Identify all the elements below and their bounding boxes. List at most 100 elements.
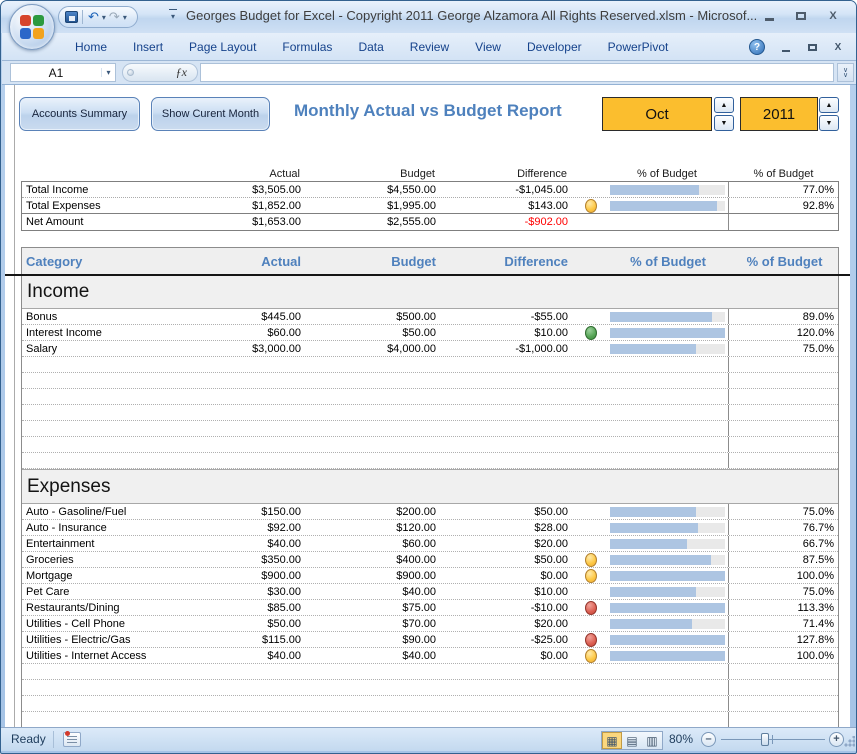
cell-difference[interactable]: $28.00 xyxy=(442,520,574,535)
cell-label[interactable] xyxy=(22,421,232,436)
section-header-expenses[interactable]: Expenses xyxy=(22,469,838,504)
cell-difference[interactable]: $10.00 xyxy=(442,584,574,599)
cell-label[interactable] xyxy=(22,696,232,711)
cell-bar[interactable] xyxy=(607,325,729,340)
blank-row[interactable] xyxy=(22,437,838,453)
table-row[interactable]: Entertainment$40.00$60.00$20.0066.7% xyxy=(22,536,838,552)
cell-icon[interactable] xyxy=(574,600,607,615)
cell-actual[interactable] xyxy=(232,712,307,727)
cell-label[interactable] xyxy=(22,680,232,695)
table-row[interactable]: Net Amount$1,653.00$2,555.00-$902.00 xyxy=(22,214,838,230)
cell-label[interactable]: Auto - Insurance xyxy=(22,520,232,535)
cell-icon[interactable] xyxy=(574,341,607,356)
cell-difference[interactable]: $143.00 xyxy=(442,198,574,213)
cell-difference[interactable] xyxy=(442,421,574,436)
cell-bar[interactable] xyxy=(607,421,729,436)
cell-actual[interactable] xyxy=(232,405,307,420)
cell-actual[interactable]: $445.00 xyxy=(232,309,307,324)
cell-icon[interactable] xyxy=(574,616,607,631)
cell-actual[interactable]: $85.00 xyxy=(232,600,307,615)
cell-difference[interactable] xyxy=(442,664,574,679)
cell-actual[interactable]: $150.00 xyxy=(232,504,307,519)
tab-data[interactable]: Data xyxy=(345,35,396,59)
cell-bar[interactable] xyxy=(607,437,729,452)
cell-pct[interactable]: 100.0% xyxy=(729,568,840,583)
table-row[interactable]: Restaurants/Dining$85.00$75.00-$10.00113… xyxy=(22,600,838,616)
formula-input[interactable] xyxy=(200,63,834,82)
cell-budget[interactable]: $4,550.00 xyxy=(307,182,442,197)
cell-label[interactable] xyxy=(22,357,232,372)
cell-bar[interactable] xyxy=(607,389,729,404)
cell-pct[interactable]: 66.7% xyxy=(729,536,840,551)
cell-label[interactable] xyxy=(22,664,232,679)
year-spin-up-button[interactable]: ▲ xyxy=(819,97,839,113)
header-budget[interactable]: Budget xyxy=(306,166,441,181)
restore-button[interactable] xyxy=(788,7,814,24)
cell-actual[interactable]: $50.00 xyxy=(232,616,307,631)
zoom-in-button[interactable]: + xyxy=(829,732,844,747)
cell-budget[interactable] xyxy=(307,389,442,404)
cell-label[interactable]: Utilities - Electric/Gas xyxy=(22,632,232,647)
cell-pct[interactable] xyxy=(729,664,840,679)
redo-button[interactable]: ↷ xyxy=(108,7,121,27)
year-selector[interactable]: 2011 xyxy=(740,97,818,131)
cell-label[interactable]: Restaurants/Dining xyxy=(22,600,232,615)
cell-label[interactable] xyxy=(22,437,232,452)
cell-bar[interactable] xyxy=(607,453,729,468)
table-row[interactable]: Salary$3,000.00$4,000.00-$1,000.0075.0% xyxy=(22,341,838,357)
resize-grip[interactable] xyxy=(843,736,855,748)
header-difference[interactable]: Difference xyxy=(442,248,574,274)
blank-row[interactable] xyxy=(22,680,838,696)
blank-row[interactable] xyxy=(22,373,838,389)
cell-label[interactable]: Total Expenses xyxy=(22,198,232,213)
cell-actual[interactable]: $3,000.00 xyxy=(232,341,307,356)
cell-pct[interactable]: 75.0% xyxy=(729,504,840,519)
cell-label[interactable]: Interest Income xyxy=(22,325,232,340)
cell-budget[interactable]: $75.00 xyxy=(307,600,442,615)
tab-developer[interactable]: Developer xyxy=(514,35,595,59)
cell-icon[interactable] xyxy=(574,568,607,583)
cell-budget[interactable]: $1,995.00 xyxy=(307,198,442,213)
cell-bar[interactable] xyxy=(607,584,729,599)
cell-bar[interactable] xyxy=(607,520,729,535)
tab-page-layout[interactable]: Page Layout xyxy=(176,35,269,59)
undo-dropdown-icon[interactable]: ▾ xyxy=(100,13,108,22)
cell-pct[interactable] xyxy=(729,437,840,452)
section-header-income[interactable]: Income xyxy=(22,274,838,309)
tab-powerpivot[interactable]: PowerPivot xyxy=(595,35,682,59)
accounts-summary-button[interactable]: Accounts Summary xyxy=(19,97,140,131)
cell-actual[interactable] xyxy=(232,389,307,404)
cell-difference[interactable]: -$902.00 xyxy=(442,214,574,230)
blank-row[interactable] xyxy=(22,453,838,469)
header-category[interactable]: Category xyxy=(22,248,232,274)
cell-label[interactable]: Auto - Gasoline/Fuel xyxy=(22,504,232,519)
cell-difference[interactable]: -$10.00 xyxy=(442,600,574,615)
cell-actual[interactable] xyxy=(232,680,307,695)
cell-bar[interactable] xyxy=(607,357,729,372)
zoom-slider-track[interactable] xyxy=(721,739,825,740)
cell-label[interactable]: Total Income xyxy=(22,182,232,197)
table-row[interactable]: Total Expenses$1,852.00$1,995.00$143.009… xyxy=(22,198,838,214)
cell-pct[interactable]: 76.7% xyxy=(729,520,840,535)
blank-row[interactable] xyxy=(22,696,838,712)
table-row[interactable]: Pet Care$30.00$40.00$10.0075.0% xyxy=(22,584,838,600)
header-pct-budget-bar[interactable]: % of Budget xyxy=(606,166,728,181)
cell-difference[interactable] xyxy=(442,373,574,388)
cell-pct[interactable]: 92.8% xyxy=(729,198,840,213)
macro-record-icon[interactable] xyxy=(63,732,81,747)
cell-difference[interactable]: $0.00 xyxy=(442,648,574,663)
blank-row[interactable] xyxy=(22,664,838,680)
page-layout-view-button[interactable]: ▤ xyxy=(622,732,642,749)
cell-budget[interactable] xyxy=(307,373,442,388)
cell-pct[interactable] xyxy=(729,214,840,230)
cell-actual[interactable]: $900.00 xyxy=(232,568,307,583)
cell-actual[interactable]: $3,505.00 xyxy=(232,182,307,197)
cell-budget[interactable]: $50.00 xyxy=(307,325,442,340)
cell-icon[interactable] xyxy=(574,696,607,711)
cell-label[interactable]: Entertainment xyxy=(22,536,232,551)
cell-difference[interactable]: -$1,000.00 xyxy=(442,341,574,356)
header-pct-budget[interactable]: % of Budget xyxy=(729,248,840,274)
customize-qat-icon[interactable]: ▾ xyxy=(169,9,177,21)
cell-bar[interactable] xyxy=(607,536,729,551)
cell-actual[interactable] xyxy=(232,696,307,711)
